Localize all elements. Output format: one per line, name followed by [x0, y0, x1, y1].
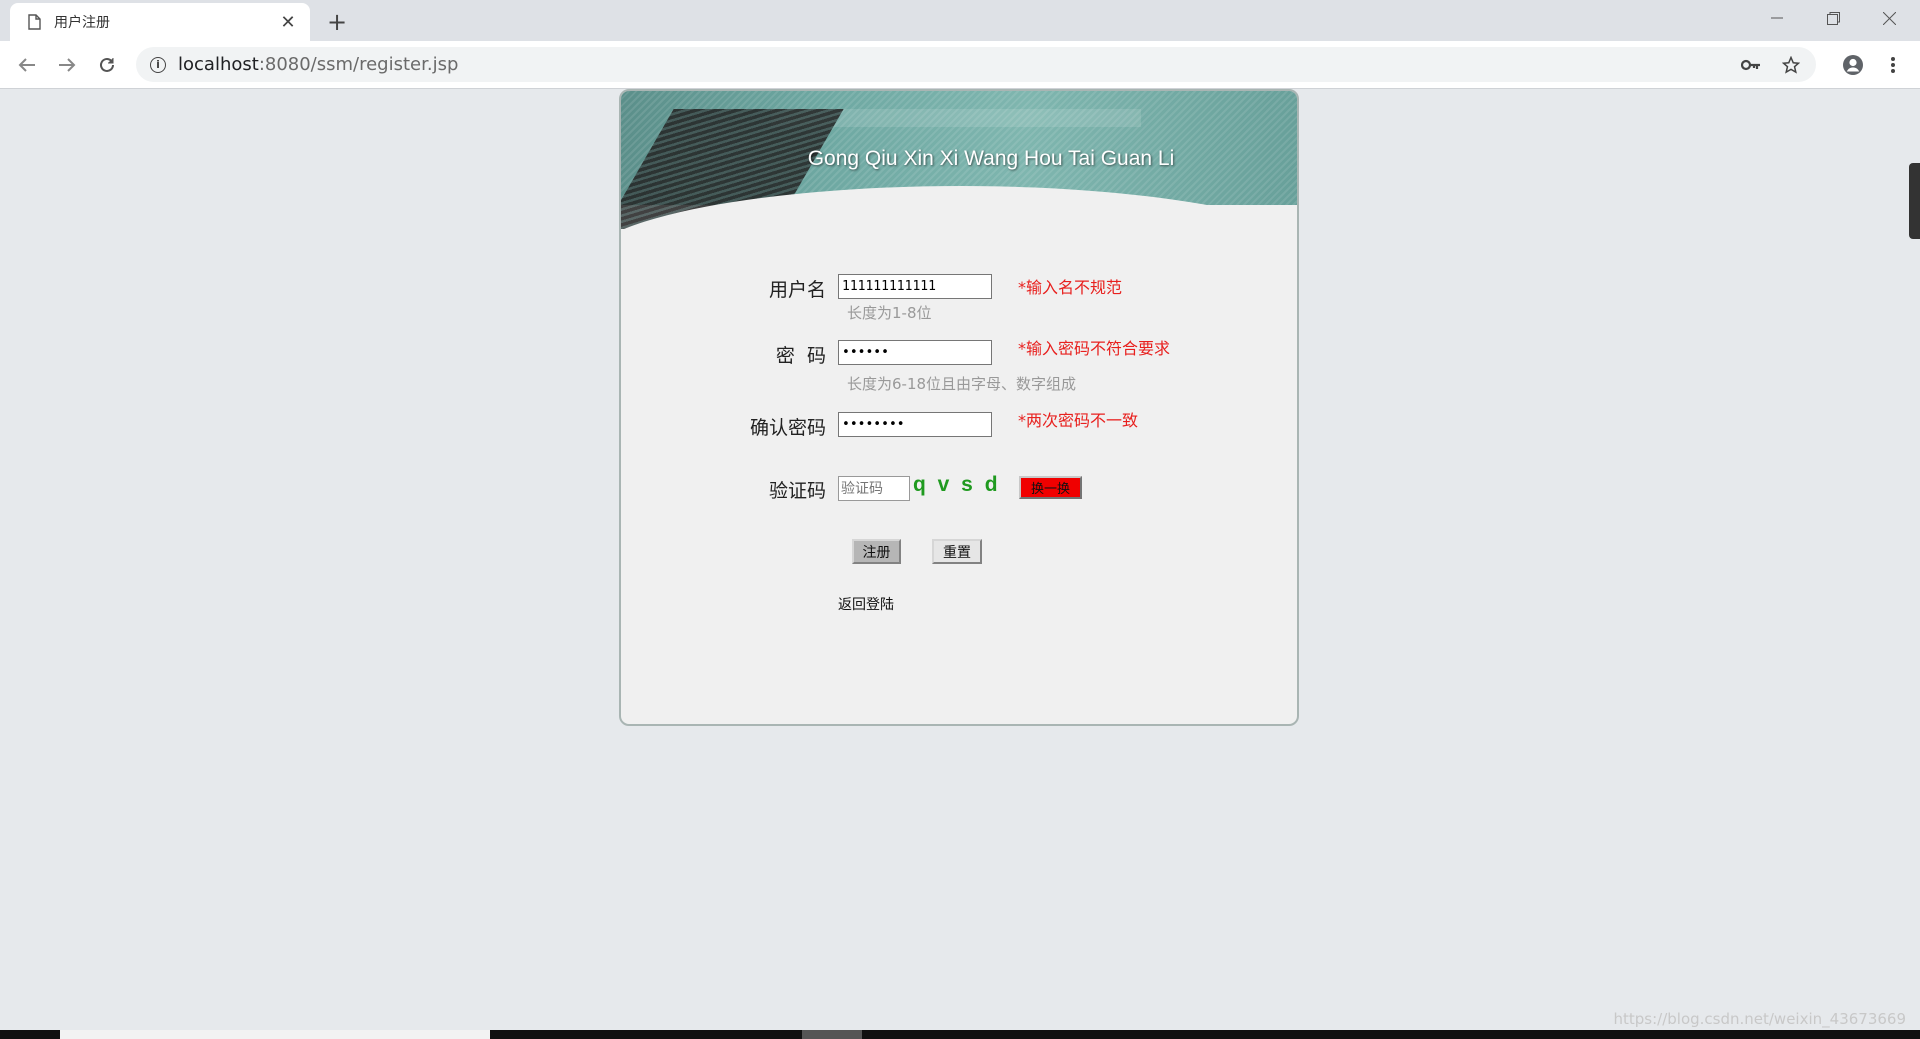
menu-kebab-icon[interactable]	[1878, 50, 1908, 80]
username-error: *输入名不规范	[1018, 278, 1123, 297]
new-tab-icon[interactable]: +	[322, 7, 352, 37]
key-icon[interactable]	[1736, 47, 1766, 82]
username-label: 用户名	[768, 279, 826, 301]
tab-title: 用户注册	[54, 15, 110, 31]
browser-toolbar: i localhost:8080/ssm/register.jsp	[0, 41, 1920, 89]
confirm-password-error: *两次密码不一致	[1018, 411, 1139, 430]
password-input[interactable]	[838, 340, 992, 365]
minimize-icon[interactable]	[1749, 0, 1805, 36]
confirm-password-label: 确认密码	[749, 417, 826, 439]
watermark: https://blog.csdn.net/weixin_43673669	[1613, 1010, 1906, 1028]
url-text: localhost:8080/ssm/register.jsp	[178, 54, 458, 75]
url-path: :8080/ssm/register.jsp	[258, 54, 459, 75]
page-icon	[26, 13, 42, 31]
captcha-code: q v s d	[913, 473, 1001, 496]
confirm-password-input[interactable]	[838, 412, 992, 437]
register-button[interactable]: 注册	[852, 539, 901, 564]
reload-icon[interactable]	[92, 50, 122, 80]
password-error: *输入密码不符合要求	[1018, 339, 1171, 358]
site-info-icon[interactable]: i	[150, 56, 166, 73]
username-input[interactable]	[838, 274, 992, 299]
back-arrow-icon[interactable]	[12, 50, 42, 80]
captcha-label: 验证码	[768, 480, 826, 502]
taskbar	[0, 1030, 1920, 1039]
profile-avatar-icon[interactable]	[1838, 50, 1868, 80]
close-window-icon[interactable]	[1861, 0, 1917, 36]
back-to-login-link[interactable]: 返回登陆	[838, 594, 894, 614]
password-hint: 长度为6-18位且由字母、数字组成	[847, 375, 1077, 393]
tab-strip: 用户注册 ✕ +	[0, 0, 1920, 41]
address-bar[interactable]: i localhost:8080/ssm/register.jsp	[136, 47, 1816, 82]
close-tab-icon[interactable]: ✕	[274, 8, 302, 36]
side-scroll-handle[interactable]	[1909, 163, 1920, 239]
refresh-captcha-button[interactable]: 换一换	[1019, 476, 1082, 499]
banner-title: Gong Qiu Xin Xi Wang Hou Tai Guan Li	[807, 147, 1175, 170]
forward-arrow-icon[interactable]	[52, 50, 82, 80]
url-host: localhost	[178, 54, 259, 75]
taskbar-item[interactable]	[60, 1030, 490, 1039]
taskbar-item[interactable]	[802, 1030, 862, 1039]
username-hint: 长度为1-8位	[847, 304, 932, 322]
restore-icon[interactable]	[1805, 0, 1861, 36]
password-label: 密 码	[775, 345, 826, 367]
bookmark-star-icon[interactable]	[1776, 47, 1806, 82]
browser-tab[interactable]: 用户注册 ✕	[10, 3, 310, 41]
register-panel: Gong Qiu Xin Xi Wang Hou Tai Guan Li 用户名…	[619, 89, 1299, 726]
captcha-input[interactable]	[838, 476, 910, 501]
reset-button[interactable]: 重置	[932, 539, 982, 564]
